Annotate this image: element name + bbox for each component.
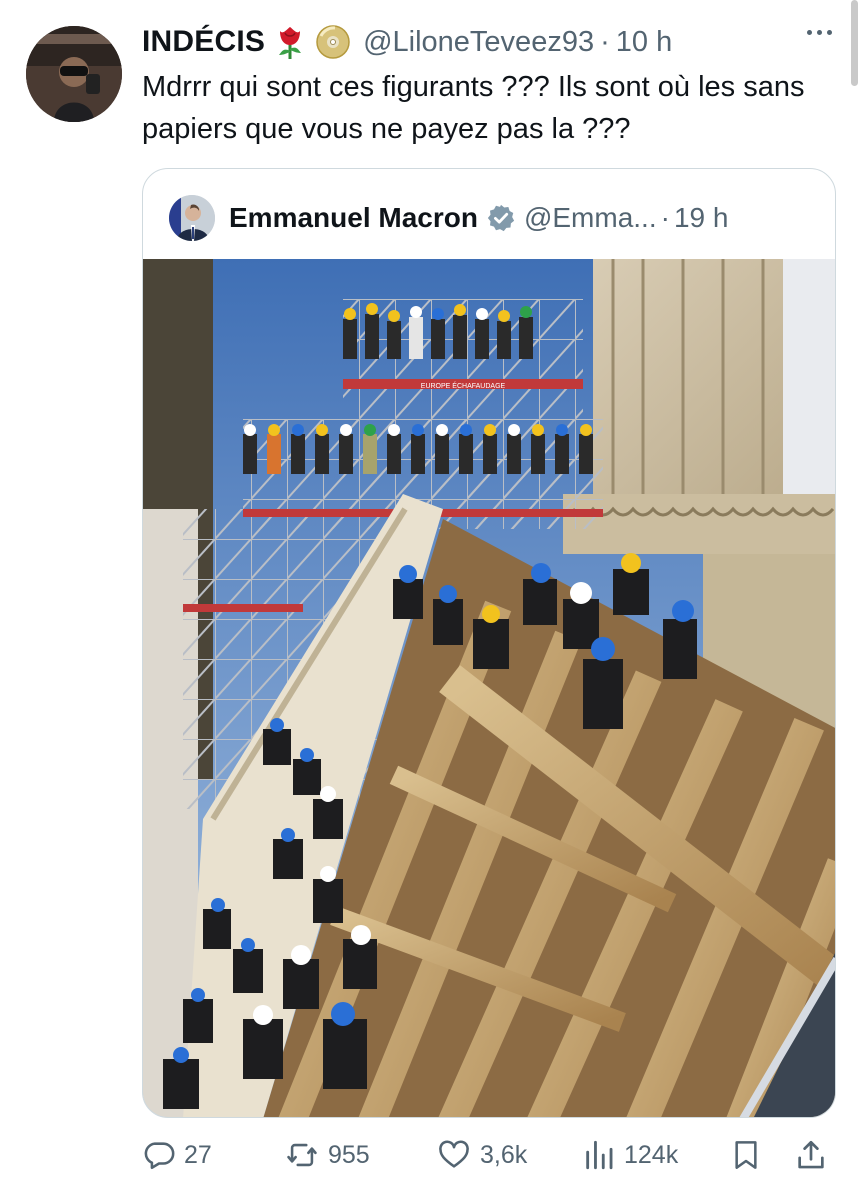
quoted-tweet-card[interactable]: Emmanuel Macron @Emma... · 19 h EUROPE É… [142, 168, 836, 1118]
quoted-separator-dot: · [660, 202, 670, 233]
tweet-text: Mdrrr qui sont ces figurants ??? Ils son… [142, 71, 805, 145]
tweet-action-bar: 27 955 3,6k 124k [142, 1130, 832, 1180]
quoted-tweet-header: Emmanuel Macron @Emma... · 19 h [169, 193, 815, 243]
repost-icon [284, 1138, 320, 1172]
like-button[interactable]: 3,6k [436, 1138, 527, 1172]
author-avatar[interactable] [26, 26, 122, 122]
repost-count: 955 [328, 1140, 370, 1169]
tweet-header: INDÉCIS @LiloneTeveez93 · 10 h [142, 22, 832, 62]
quoted-author-display-name[interactable]: Emmanuel Macron [229, 202, 478, 234]
like-count: 3,6k [480, 1140, 528, 1169]
bookmark-icon [730, 1137, 762, 1173]
author-handle[interactable]: @LiloneTeveez93 [363, 26, 594, 59]
scrollbar[interactable] [851, 0, 858, 86]
heart-icon [436, 1138, 472, 1172]
reply-button[interactable]: 27 [142, 1138, 212, 1172]
reply-icon [142, 1138, 176, 1172]
more-icon[interactable] [807, 30, 832, 35]
separator-dot: · [600, 25, 610, 58]
quoted-author-handle[interactable]: @Emma... [524, 202, 657, 234]
views-count: 124k [624, 1140, 679, 1169]
quoted-tweet-photo[interactable]: EUROPE ÉCHAFAUDAGE [143, 259, 835, 1117]
verified-icon [486, 203, 516, 233]
disc-emoji [315, 24, 351, 60]
share-button[interactable] [794, 1137, 828, 1173]
bookmark-button[interactable] [730, 1137, 762, 1173]
views-button[interactable]: 124k [582, 1138, 678, 1172]
scaffold-sign: EUROPE ÉCHAFAUDAGE [421, 381, 506, 390]
reply-count: 27 [184, 1140, 212, 1169]
quoted-author-avatar [169, 195, 215, 241]
repost-button[interactable]: 955 [284, 1138, 370, 1172]
rose-emoji [275, 25, 305, 59]
share-icon [794, 1137, 828, 1173]
quoted-tweet-timestamp[interactable]: 19 h [674, 202, 729, 234]
author-display-name[interactable]: INDÉCIS [142, 25, 265, 59]
views-icon [582, 1138, 616, 1172]
tweet-timestamp[interactable]: 10 h [616, 26, 672, 59]
